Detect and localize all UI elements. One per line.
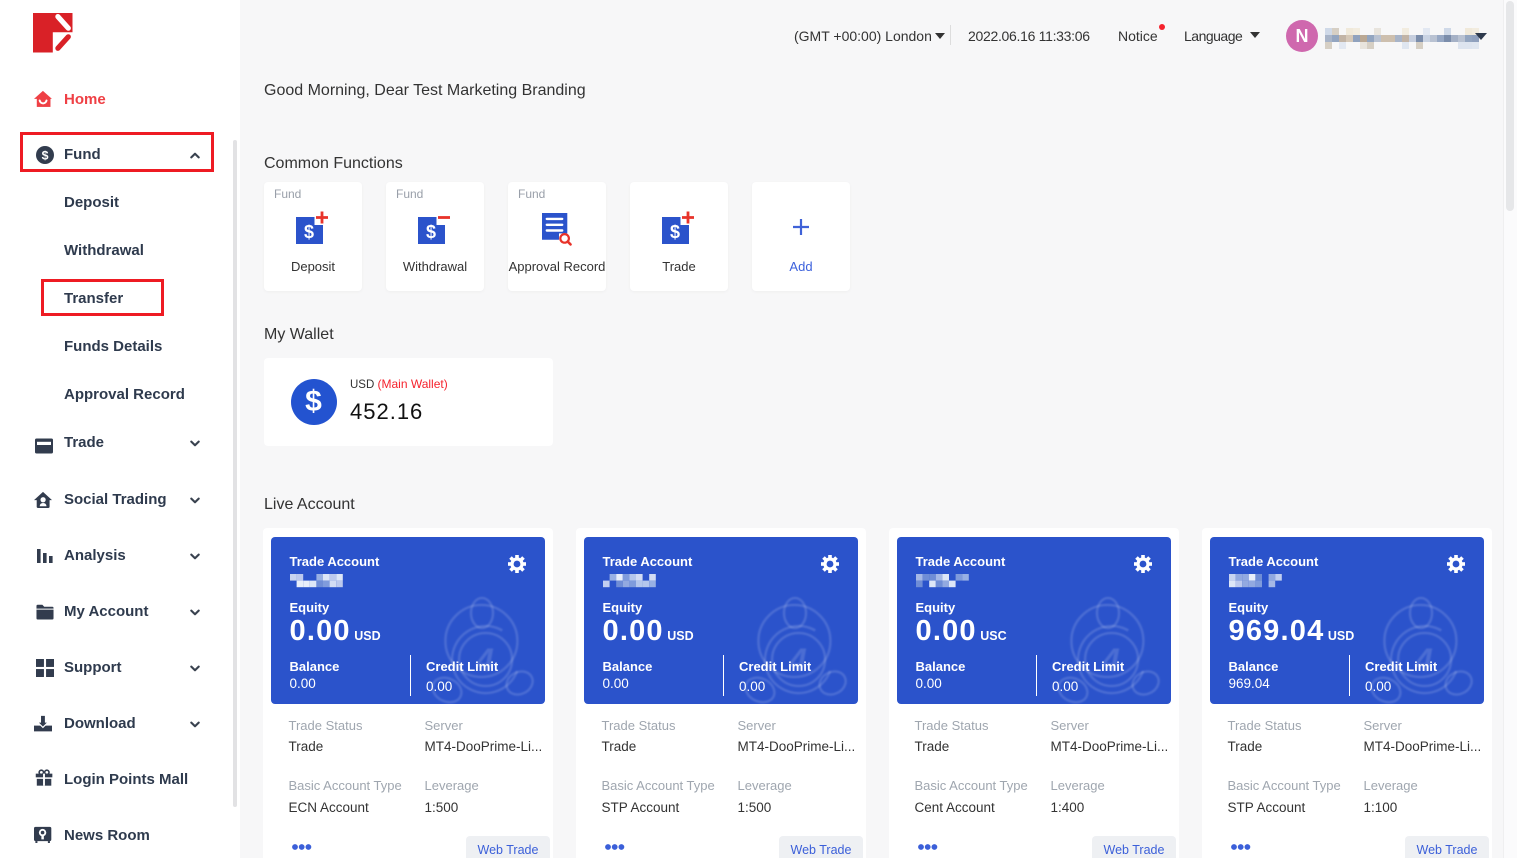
svg-text:$: $ — [304, 222, 314, 242]
svg-text:$: $ — [426, 222, 436, 242]
svg-text:$: $ — [670, 222, 680, 242]
